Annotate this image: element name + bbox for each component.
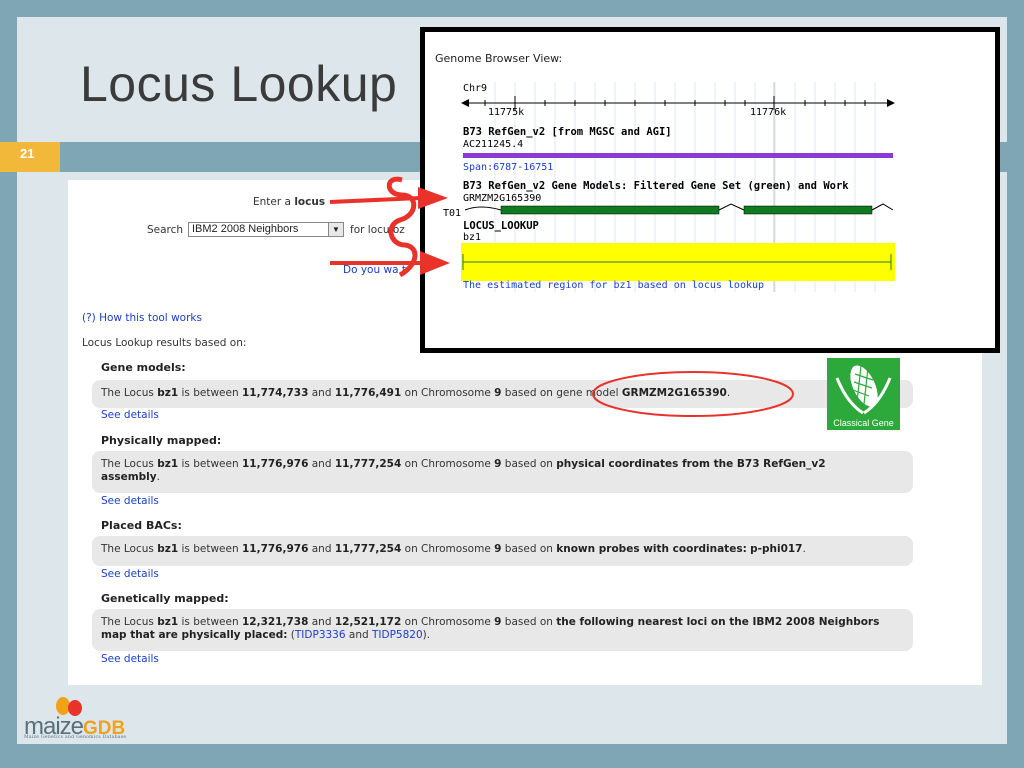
enter-bold: locus [294, 196, 326, 208]
section-header-genetically-mapped: Genetically mapped: [101, 592, 229, 605]
chromosome-label: Chr9 [463, 83, 488, 94]
exon-1 [500, 205, 720, 215]
ruler-tick-label-2: 11776k [750, 107, 787, 118]
enter-prefix: Enter a [253, 196, 291, 208]
probe-link[interactable]: p-phi017 [750, 543, 802, 555]
track2-title: B73 RefGen_v2 Gene Models: Filtered Gene… [463, 180, 849, 192]
arrow-left-icon [461, 99, 469, 107]
marker-link-1[interactable]: TIDP3336 [295, 629, 346, 641]
slide-number: 21 [20, 146, 35, 161]
section-header-physically-mapped: Physically mapped: [101, 434, 222, 447]
results-intro: Locus Lookup results based on: [82, 337, 247, 349]
exon-2 [743, 205, 873, 215]
logo-tagline: Maize Genetics and Genomics Database [24, 735, 127, 740]
ruler-tick-label-1: 11775k [488, 107, 525, 118]
slide-title: Locus Lookup [80, 56, 398, 112]
classical-gene-badge[interactable]: Classical Gene [827, 358, 900, 430]
contig-track-bar [463, 153, 893, 158]
track2-sub: GRMZM2G165390 [463, 193, 542, 204]
genome-browser-window: Genome Browser View: Chr9 11775k 11776k … [420, 27, 1000, 353]
result-box-genetically-mapped: The Locus bz1 is between 12,321,738 and … [92, 609, 913, 651]
marker-link-2[interactable]: TIDP5820 [372, 629, 423, 641]
track3-title: LOCUS_LOOKUP [463, 220, 539, 232]
span-label: Span:6787-16751 [463, 162, 554, 173]
genome-browser-panel: Genome Browser View: Chr9 11775k 11776k … [425, 32, 995, 348]
result-box-placed-bacs: The Locus bz1 is between 11,776,976 and … [92, 536, 913, 566]
track3-sub: bz1 [463, 232, 482, 243]
section-header-placed-bacs: Placed BACs: [101, 519, 182, 532]
arrow-right-icon [887, 99, 895, 107]
track1-sub: AC211245.4 [463, 139, 524, 150]
corn-icon [835, 365, 892, 415]
result-box-physically-mapped: The Locus bz1 is between 11,776,976 and … [92, 451, 913, 493]
enter-locus-label: Enter a locus [253, 196, 325, 208]
annotation-arrows [330, 176, 450, 278]
section-header-gene-models: Gene models: [101, 361, 186, 374]
see-details-link-gene-models[interactable]: See details [101, 409, 159, 421]
see-details-link-placed-bacs[interactable]: See details [101, 568, 159, 580]
estimated-region-note: The estimated region for bz1 based on lo… [463, 280, 765, 291]
search-dataset-select[interactable]: IBM2 2008 Neighbors ▼ [188, 222, 344, 237]
see-details-link-genetically-mapped[interactable]: See details [101, 653, 159, 665]
annotation-ellipse [592, 371, 794, 417]
see-details-link-physically-mapped[interactable]: See details [101, 495, 159, 507]
how-tool-works-link[interactable]: (?) How this tool works [82, 312, 202, 324]
track1-title: B73 RefGen_v2 [from MGSC and AGI] [463, 126, 672, 138]
search-select-value: IBM2 2008 Neighbors [192, 223, 299, 235]
classical-gene-caption: Classical Gene [833, 418, 894, 428]
search-label: Search [147, 224, 184, 236]
